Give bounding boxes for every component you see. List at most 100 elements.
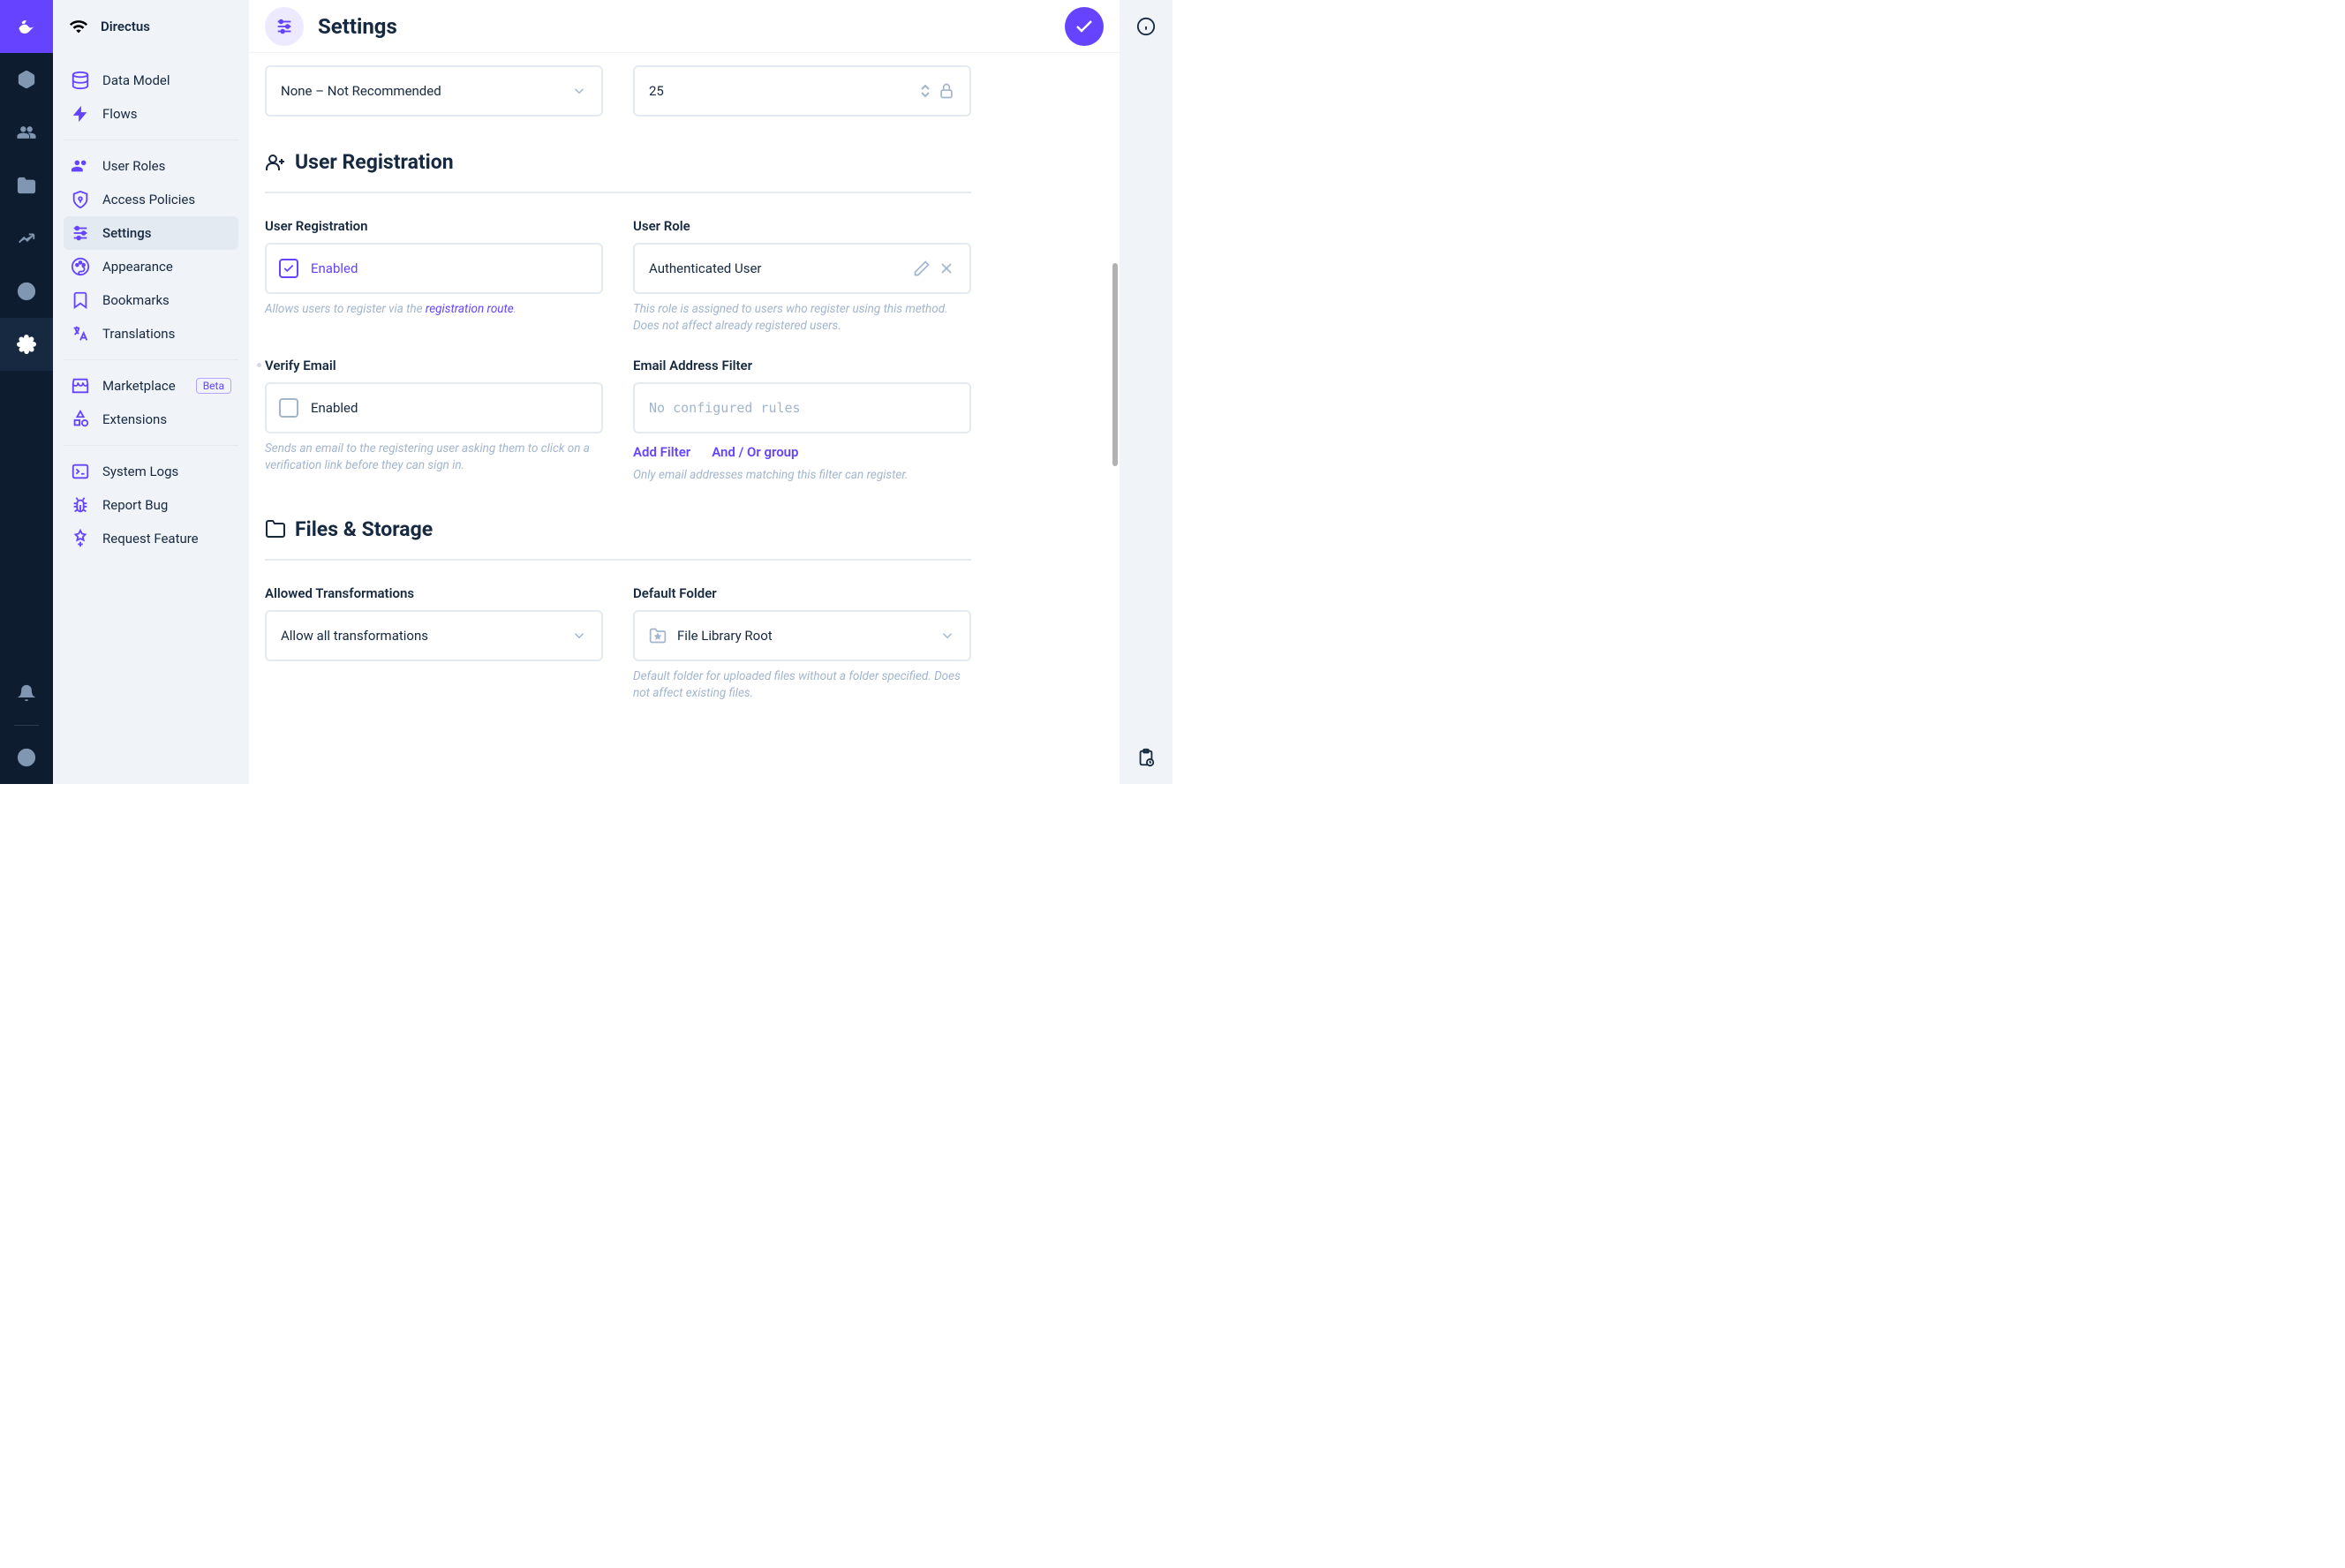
- shield-icon: [71, 190, 90, 209]
- content-scroll[interactable]: None – Not Recommended 25: [249, 53, 1120, 784]
- hint: Default folder for uploaded files withou…: [633, 668, 971, 702]
- rail-insights[interactable]: [0, 212, 53, 265]
- rail-account[interactable]: [0, 731, 53, 784]
- nav-marketplace[interactable]: Marketplace Beta: [64, 369, 238, 403]
- clear-icon[interactable]: [938, 260, 955, 277]
- nav-data-model[interactable]: Data Model: [64, 64, 238, 97]
- edit-icon[interactable]: [913, 260, 931, 277]
- checkbox-icon: [279, 259, 298, 278]
- nav-bookmarks[interactable]: Bookmarks: [64, 283, 238, 317]
- storefront-icon: [71, 376, 90, 396]
- select-value: None – Not Recommended: [281, 83, 571, 99]
- nav-access-policies[interactable]: Access Policies: [64, 183, 238, 216]
- chevron-down-icon: [571, 628, 587, 644]
- nav-label: Request Feature: [102, 531, 199, 547]
- label-allowed-transformations: Allowed Transformations: [265, 585, 603, 601]
- select-value: File Library Root: [677, 628, 939, 644]
- input-value: Authenticated User: [649, 260, 913, 276]
- rail-users[interactable]: [0, 106, 53, 159]
- info-button[interactable]: [1120, 0, 1172, 53]
- nav-appearance[interactable]: Appearance: [64, 250, 238, 283]
- chevron-down-icon: [939, 628, 955, 644]
- nav-translations[interactable]: Translations: [64, 317, 238, 351]
- beta-badge: Beta: [196, 378, 231, 394]
- number-value: 25: [649, 83, 913, 99]
- checkbox-verify-email[interactable]: Enabled: [265, 382, 603, 433]
- rail-content[interactable]: [0, 53, 53, 106]
- chevron-down-icon: [920, 91, 931, 98]
- nav-user-roles[interactable]: User Roles: [64, 149, 238, 183]
- rail-settings[interactable]: [0, 318, 53, 371]
- hint-link[interactable]: registration route: [426, 302, 514, 316]
- users-icon: [71, 156, 90, 176]
- input-email-filter[interactable]: No configured rules: [633, 382, 971, 433]
- clipboard-clock-icon: [1136, 748, 1156, 767]
- check-icon: [1074, 16, 1095, 37]
- number-stepper[interactable]: [920, 84, 931, 98]
- category-icon: [71, 410, 90, 429]
- lock-icon: [938, 82, 955, 100]
- rail-notifications[interactable]: [0, 667, 53, 720]
- input-user-role[interactable]: Authenticated User: [633, 243, 971, 294]
- checkbox-user-registration[interactable]: Enabled: [265, 243, 603, 294]
- nav-label: Report Bug: [102, 497, 168, 513]
- nav-extensions[interactable]: Extensions: [64, 403, 238, 436]
- nav-label: Access Policies: [102, 192, 195, 207]
- rail-files[interactable]: [0, 159, 53, 212]
- nav-request-feature[interactable]: Request Feature: [64, 522, 238, 555]
- chevron-down-icon: [571, 83, 587, 99]
- database-icon: [71, 71, 90, 90]
- select-allowed-transformations[interactable]: Allow all transformations: [265, 610, 603, 661]
- nav-label: Marketplace: [102, 378, 176, 394]
- nav-label: Appearance: [102, 259, 173, 275]
- label-email-filter: Email Address Filter: [633, 358, 971, 373]
- topbar: Settings: [249, 0, 1120, 53]
- label-user-role: User Role: [633, 218, 971, 234]
- number-input[interactable]: 25: [633, 65, 971, 117]
- activity-button[interactable]: [1120, 731, 1172, 784]
- logo[interactable]: [0, 0, 53, 53]
- nav-label: Translations: [102, 326, 175, 342]
- hint: Only email addresses matching this filte…: [633, 467, 971, 484]
- bookmark-icon: [71, 290, 90, 310]
- folder-special-icon: [649, 627, 667, 645]
- wifi-icon: [69, 17, 88, 36]
- and-or-group-button[interactable]: And / Or group: [712, 444, 798, 460]
- new-icon: [71, 529, 90, 548]
- nav-label: User Roles: [102, 158, 165, 174]
- nav-flows[interactable]: Flows: [64, 97, 238, 131]
- tune-icon: [71, 223, 90, 243]
- project-name: Directus: [101, 19, 150, 34]
- select-input[interactable]: None – Not Recommended: [265, 65, 603, 117]
- checkbox-label: Enabled: [311, 400, 358, 416]
- placeholder: No configured rules: [649, 400, 955, 416]
- nav-label: Settings: [102, 225, 152, 241]
- section-user-registration: User Registration: [265, 150, 971, 193]
- bug-icon: [71, 495, 90, 515]
- nav-label: System Logs: [102, 464, 178, 479]
- terminal-icon: [71, 462, 90, 481]
- page-icon: [265, 7, 304, 46]
- person-add-icon: [265, 152, 286, 173]
- hint: This role is assigned to users who regis…: [633, 301, 971, 335]
- select-value: Allow all transformations: [281, 628, 571, 644]
- nav-settings[interactable]: Settings: [64, 216, 238, 250]
- sidebar: Directus Data Model Flows User Roles Acc…: [53, 0, 249, 784]
- nav-label: Flows: [102, 106, 138, 122]
- nav-label: Extensions: [102, 411, 167, 427]
- hint: Sends an email to the registering user a…: [265, 441, 603, 474]
- rail-docs[interactable]: [0, 265, 53, 318]
- add-filter-button[interactable]: Add Filter: [633, 444, 690, 460]
- save-button[interactable]: [1065, 7, 1104, 46]
- nav-report-bug[interactable]: Report Bug: [64, 488, 238, 522]
- select-default-folder[interactable]: File Library Root: [633, 610, 971, 661]
- nav-label: Bookmarks: [102, 292, 170, 308]
- palette-icon: [71, 257, 90, 276]
- page-title: Settings: [318, 14, 397, 39]
- main: Settings None – Not Recommended: [249, 0, 1120, 784]
- scrollbar-thumb[interactable]: [1112, 263, 1118, 466]
- nav-system-logs[interactable]: System Logs: [64, 455, 238, 488]
- label-verify-email: Verify Email: [265, 358, 603, 373]
- project-header[interactable]: Directus: [53, 0, 249, 53]
- right-rail: [1120, 0, 1172, 784]
